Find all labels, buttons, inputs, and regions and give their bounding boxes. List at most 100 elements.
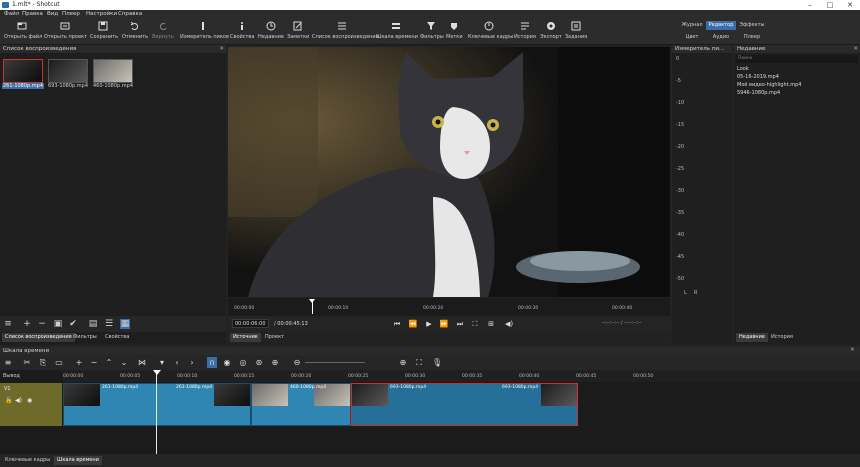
grid-icon[interactable]: ⊞ (486, 319, 496, 329)
menu-icon[interactable]: ≡ (3, 319, 13, 329)
tab-recent[interactable]: Недавние (736, 333, 768, 342)
menu-icon[interactable]: ≡ (3, 357, 13, 368)
recent-search-input[interactable]: Поиск (736, 55, 858, 63)
copy-icon[interactable]: ⎘ (38, 357, 48, 368)
playlist-thumb-2[interactable] (48, 59, 88, 83)
snap-magnet-icon[interactable]: ∩ (207, 357, 217, 368)
zoom-in-icon[interactable]: ⊕ (398, 357, 408, 368)
zoom-out-icon[interactable]: ⊖ (292, 357, 302, 368)
split-icon[interactable]: ⋈ (137, 357, 147, 368)
open-file-button[interactable]: Открыть файл (4, 21, 42, 43)
jobs-button[interactable]: Задания (564, 21, 588, 43)
scrub-icon[interactable]: ◉ (222, 357, 232, 368)
tab-project[interactable]: Проект (262, 333, 287, 342)
properties-button[interactable]: Свойства (230, 21, 254, 43)
playlist-button[interactable]: Список воспроизведения (312, 21, 379, 43)
filters-button[interactable]: Фильтры (420, 21, 444, 43)
overwrite-icon[interactable]: ⌄ (119, 357, 129, 368)
menu-help[interactable]: Справка (118, 11, 142, 17)
layout-player[interactable]: Плеер (738, 33, 766, 42)
grid-view-icon[interactable]: ▦ (120, 319, 130, 329)
ripple-all-icon[interactable]: ⊛ (254, 357, 264, 368)
recent-button[interactable]: Недавние (258, 21, 284, 43)
export-button[interactable]: Экспорт (540, 21, 562, 43)
tab-timeline[interactable]: Шкала времени (54, 456, 102, 465)
layout-editing[interactable]: Редактор (706, 21, 736, 30)
tab-keyframes[interactable]: Ключевые кадры (2, 456, 53, 465)
close-icon[interactable]: ✕ (853, 45, 858, 53)
zoom-fit-icon[interactable]: ⛶ (470, 319, 480, 329)
recent-item[interactable]: Look (737, 66, 749, 72)
next-marker-icon[interactable]: › (187, 357, 197, 368)
list-view-icon[interactable]: ☰ (104, 319, 114, 329)
tab-playlist[interactable]: Список воспроизведения (2, 333, 75, 342)
timeline-clip-selected[interactable]: 693-1080p.mp4 693-1080p.mp4 (351, 383, 578, 426)
timeline-playhead[interactable] (156, 370, 157, 454)
cut-icon[interactable]: ✂ (22, 357, 32, 368)
markers-button[interactable]: Метки (446, 21, 463, 43)
notes-button[interactable]: Заметки (287, 21, 309, 43)
ripple-icon[interactable]: ◎ (238, 357, 248, 368)
keyframes-button[interactable]: Ключевые кадры (468, 21, 513, 43)
tab-history[interactable]: История (768, 333, 796, 342)
mute-icon[interactable]: ◀) (15, 397, 22, 404)
timeline-clip[interactable]: 261-1080p.mp4 261-1080p.mp4 (63, 383, 251, 426)
layout-color[interactable]: Цвет (680, 33, 704, 42)
marker-icon[interactable]: ▾ (157, 357, 167, 368)
layout-fx[interactable]: Эффекты (738, 21, 766, 30)
lift-icon[interactable]: ⌃ (104, 357, 114, 368)
zoom-fit-icon[interactable]: ⛶ (414, 357, 424, 368)
tab-source[interactable]: Источник (230, 333, 261, 342)
recent-item[interactable]: Моё видео-highlight.mp4 (737, 82, 801, 88)
layout-logging[interactable]: Журнал (680, 21, 704, 30)
update-icon[interactable]: ▣ (53, 319, 63, 329)
recent-item[interactable]: 05-16-2019.mp4 (737, 74, 779, 80)
current-timecode[interactable]: 00:00:06:00 (232, 319, 269, 328)
menu-edit[interactable]: Правка (22, 11, 43, 17)
remove-icon[interactable]: − (37, 319, 47, 329)
close-icon[interactable]: ✕ (850, 347, 855, 353)
maximize-button[interactable]: □ (820, 0, 840, 10)
layout-audio[interactable]: Аудио (706, 33, 736, 42)
redo-button[interactable]: Вернуть (152, 21, 174, 43)
playlist-thumb-3[interactable] (93, 59, 133, 83)
recent-item[interactable]: 5946-1080p.mp4 (737, 90, 780, 96)
tab-filters[interactable]: Фильтры (70, 333, 100, 342)
history-button[interactable]: История (514, 21, 536, 43)
save-button[interactable]: Сохранить (90, 21, 118, 43)
minimize-button[interactable]: – (800, 0, 820, 10)
playlist-thumb-1[interactable] (3, 59, 43, 83)
video-preview[interactable] (228, 47, 670, 297)
timeline-button[interactable]: Шкала времени (376, 21, 418, 43)
scrubber-ruler[interactable]: 00:00:00 00:00:10 00:00:20 00:00:30 00:0… (228, 298, 670, 316)
undo-button[interactable]: Отменить (122, 21, 148, 43)
skip-next-icon[interactable]: ⏭ (455, 319, 465, 329)
playhead-handle-icon[interactable] (153, 370, 161, 375)
menu-settings[interactable]: Настройки (86, 11, 117, 17)
lock-icon[interactable]: 🔓 (5, 397, 12, 404)
play-icon[interactable]: ▶ (424, 319, 434, 329)
paste-icon[interactable]: ▭ (54, 357, 64, 368)
timeline-clip[interactable]: 460-1080p.mp4 (251, 383, 351, 426)
track-header-v1[interactable]: V1 🔓 ◀) ◉ (0, 383, 62, 426)
menu-view[interactable]: Вид (47, 11, 58, 17)
details-view-icon[interactable]: ▤ (88, 319, 98, 329)
rewind-icon[interactable]: ⏪ (408, 319, 418, 329)
menu-file[interactable]: Файл (4, 11, 19, 17)
volume-icon[interactable]: ◀) (504, 319, 514, 329)
zoom-slider[interactable] (305, 362, 365, 363)
add-icon[interactable]: + (22, 319, 32, 329)
close-button[interactable]: ✕ (840, 0, 860, 10)
peak-meter-button[interactable]: Измеритель пиков (180, 21, 229, 43)
append-icon[interactable]: + (74, 357, 84, 368)
playhead-handle-icon[interactable] (309, 299, 315, 303)
eye-icon[interactable]: ◉ (27, 397, 32, 404)
skip-previous-icon[interactable]: ⏮ (392, 319, 402, 329)
record-audio-icon[interactable]: 🎙 (432, 357, 442, 368)
remove-icon[interactable]: − (89, 357, 99, 368)
menu-player[interactable]: Плеер (62, 11, 80, 17)
check-icon[interactable]: ✔ (68, 319, 78, 329)
previous-marker-icon[interactable]: ‹ (172, 357, 182, 368)
close-icon[interactable]: ✕ (219, 45, 224, 53)
tab-properties[interactable]: Свойства (102, 333, 132, 342)
